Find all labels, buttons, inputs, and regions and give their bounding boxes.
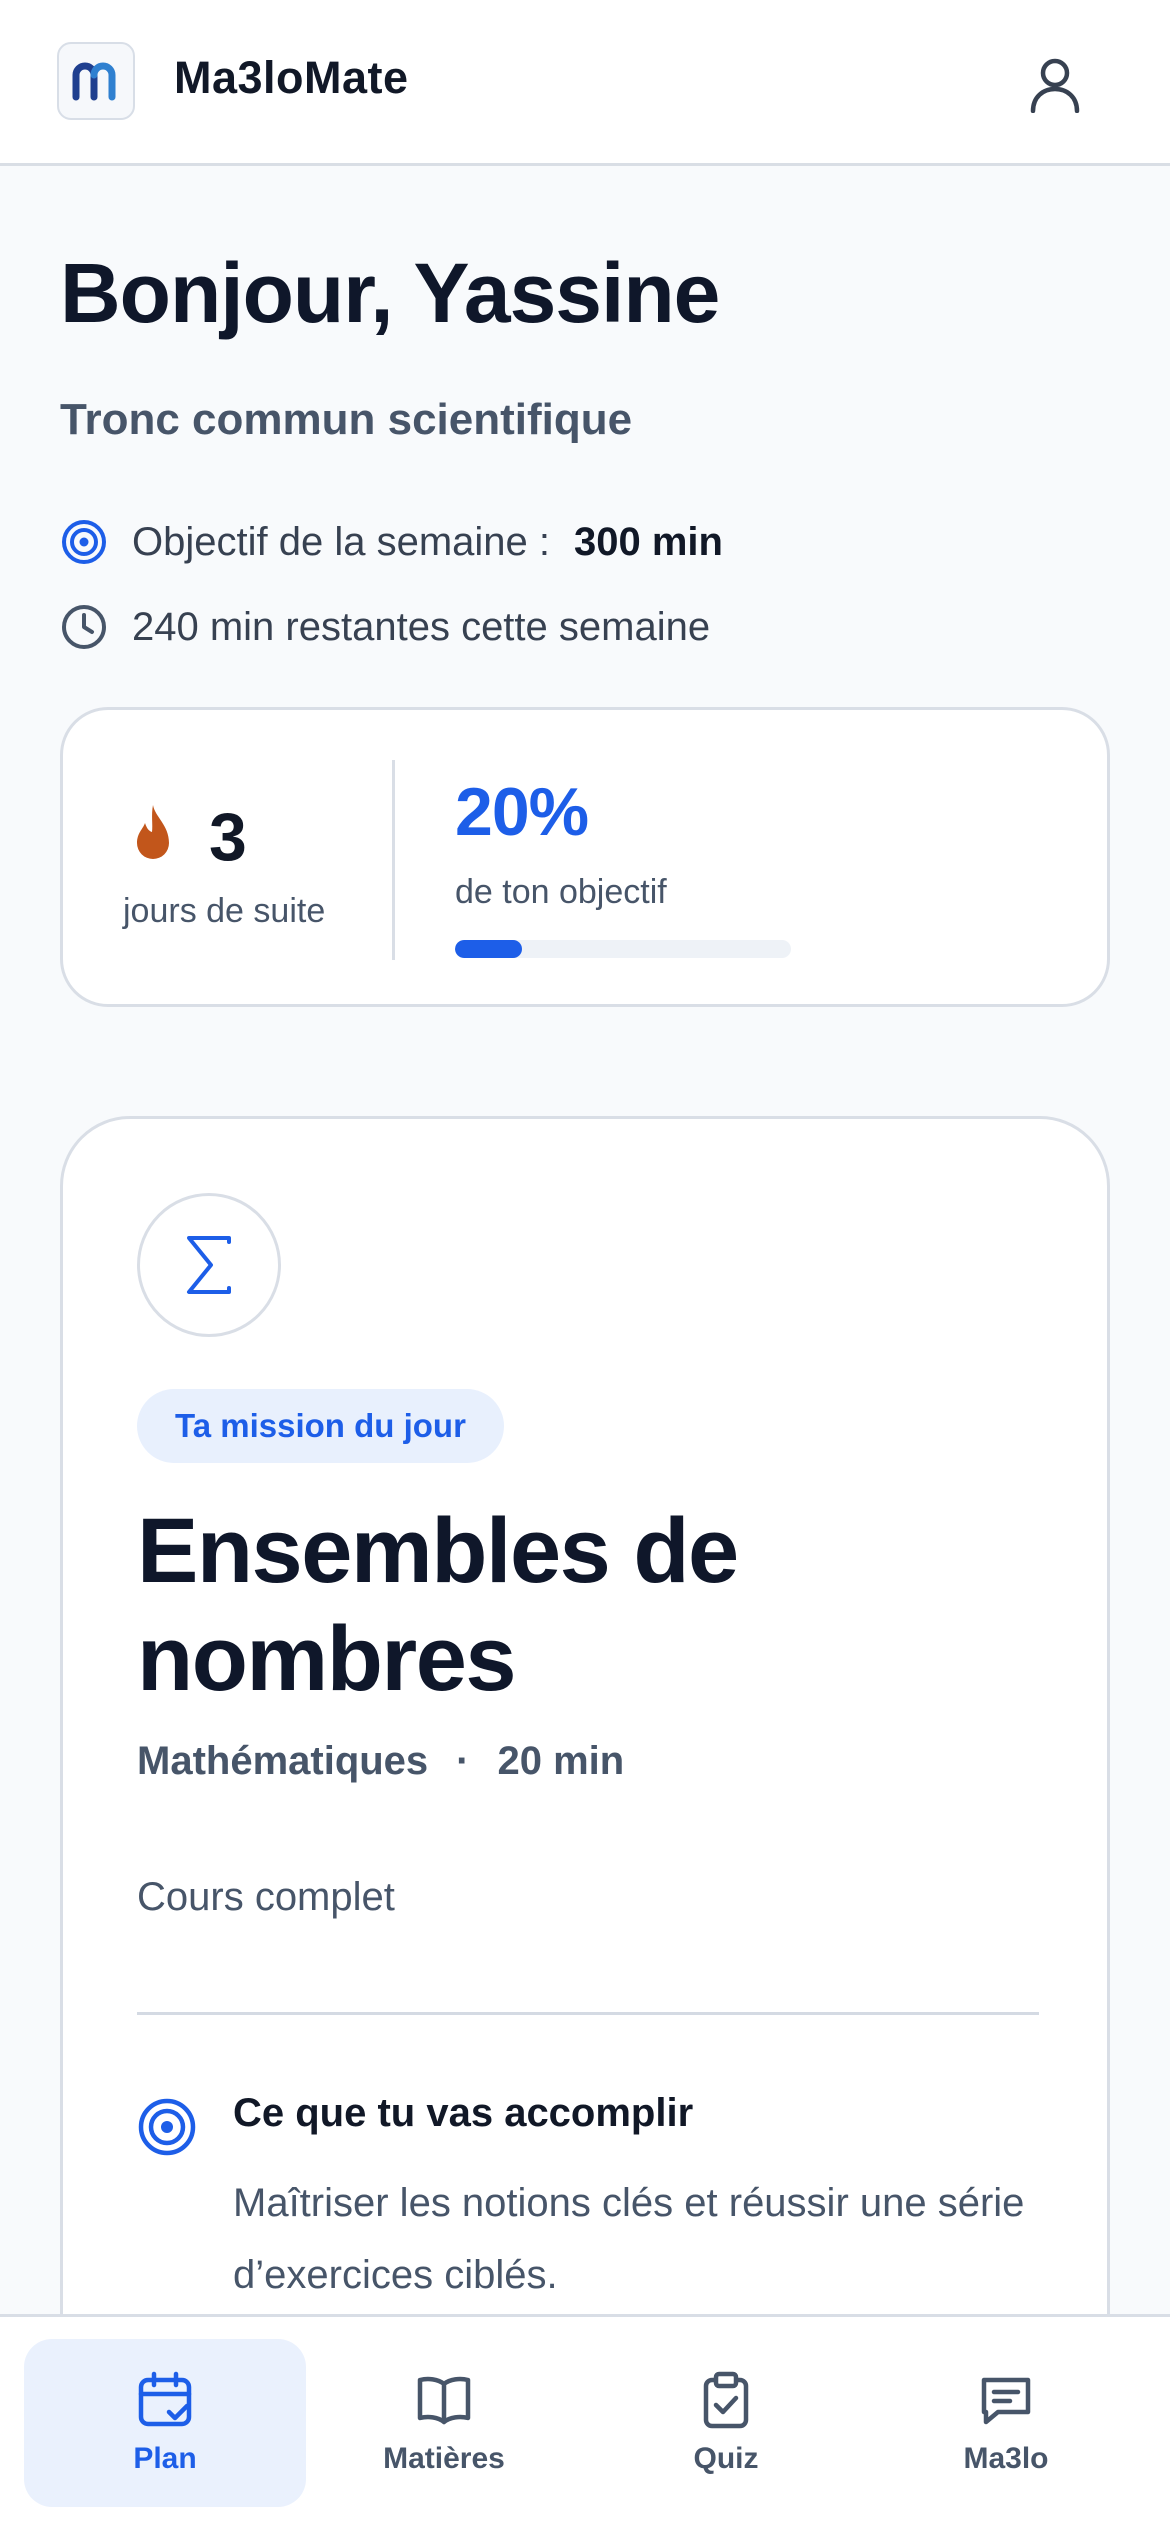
app-name: Ma3loMate — [174, 52, 409, 103]
flame-icon — [137, 805, 169, 859]
meta-separator: · — [456, 1739, 470, 1783]
nav-tab-matieres[interactable]: Matières — [303, 2339, 585, 2507]
app-root: Ma3loMate Bonjour, Yassine Tronc commun … — [0, 0, 1170, 2532]
nav-tab-ma3lo[interactable]: Ma3lo — [865, 2339, 1147, 2507]
streak-value: 3 — [209, 799, 247, 875]
mission-duration: 20 min — [497, 1739, 625, 1783]
nav-tab-plan[interactable]: Plan — [24, 2339, 306, 2507]
target-icon — [60, 518, 108, 566]
sigma-icon — [137, 1193, 281, 1337]
mission-divider — [137, 2012, 1039, 2015]
progress-percent: 20% — [455, 774, 589, 850]
weekly-goal-value: 300 min — [574, 519, 723, 564]
top-header: Ma3loMate — [0, 0, 1170, 166]
mission-type: Cours complet — [137, 1875, 395, 1919]
remaining-text: 240 min restantes cette semaine — [132, 604, 711, 649]
greeting-title: Bonjour, Yassine — [60, 246, 720, 340]
mission-goal-title: Ce que tu vas accomplir — [233, 2091, 694, 2135]
chat-icon — [976, 2370, 1036, 2430]
streak-label: jours de suite — [123, 892, 326, 930]
progress-bar — [455, 940, 791, 958]
mission-badge: Ta mission du jour — [137, 1389, 504, 1463]
mission-meta: Mathématiques · 20 min — [137, 1739, 624, 1784]
mission-goal-description: Maîtriser les notions clés et réussir un… — [233, 2181, 1025, 2297]
mission-subject: Mathématiques — [137, 1739, 429, 1783]
m-logo-icon[interactable] — [57, 42, 135, 120]
bottom-nav: Plan Matières Quiz Ma3lo — [0, 2314, 1170, 2532]
clipboard-check-icon — [696, 2370, 756, 2430]
stats-divider — [392, 760, 395, 960]
nav-label-plan: Plan — [133, 2442, 197, 2475]
calendar-icon — [135, 2370, 195, 2430]
mission-title: Ensembles de nombres — [137, 1500, 739, 1710]
track-label: Tronc commun scientifique — [60, 395, 633, 444]
remaining-row: 240 min restantes cette semaine — [60, 603, 710, 651]
weekly-goal-label: Objectif de la semaine : — [132, 519, 550, 564]
stats-card: 3 jours de suite 20% de ton objectif — [60, 707, 1110, 1007]
nav-label-matieres: Matières — [383, 2442, 505, 2475]
user-icon[interactable] — [1022, 52, 1088, 118]
progress-bar-fill — [455, 940, 523, 958]
target-icon — [138, 2098, 196, 2156]
clock-icon — [60, 603, 108, 651]
progress-label: de ton objectif — [455, 873, 667, 911]
weekly-goal-row: Objectif de la semaine : 300 min — [60, 518, 723, 566]
nav-label-ma3lo: Ma3lo — [963, 2442, 1049, 2475]
daily-mission-card[interactable]: Ta mission du jour Ensembles de nombres … — [60, 1116, 1110, 2516]
nav-tab-quiz[interactable]: Quiz — [585, 2339, 867, 2507]
book-icon — [414, 2370, 474, 2430]
nav-label-quiz: Quiz — [693, 2442, 759, 2475]
